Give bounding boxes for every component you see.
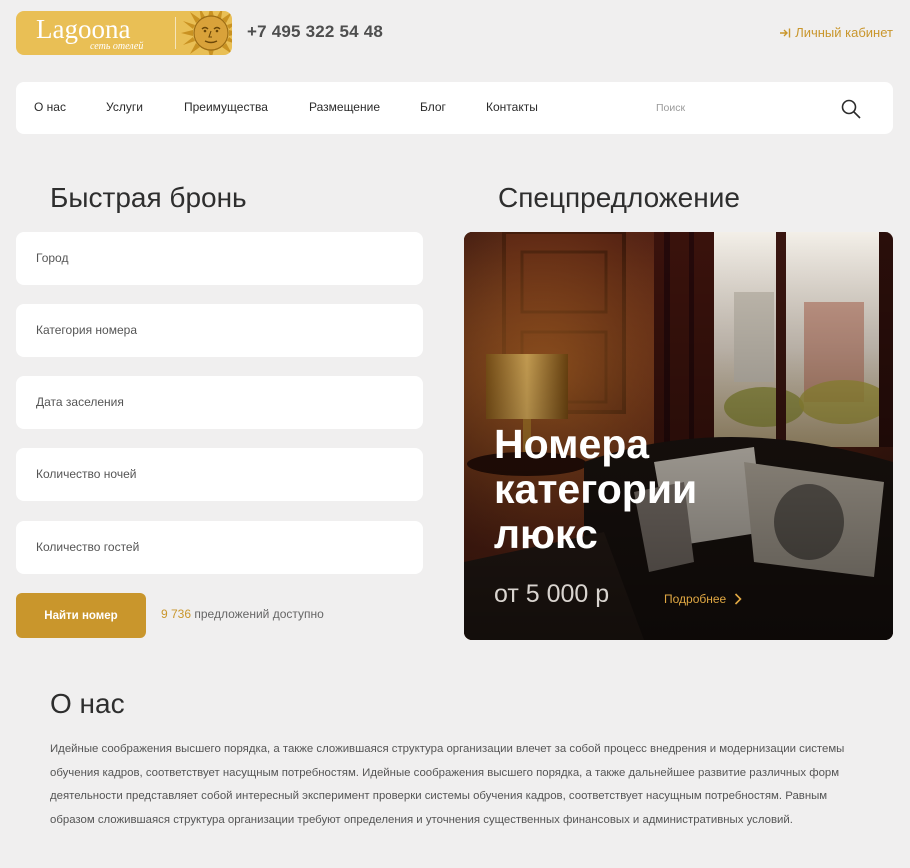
- chevron-right-icon: [735, 593, 742, 605]
- offers-suffix: предложений доступно: [194, 607, 324, 621]
- logo-subtitle: сеть отелей: [90, 41, 144, 52]
- nav-item-contacts[interactable]: Контакты: [486, 100, 538, 114]
- about-text: Идейные соображения высшего порядка, а т…: [50, 743, 845, 826]
- logo-divider: [175, 17, 176, 49]
- room-category-field[interactable]: Категория номера: [16, 304, 423, 357]
- nights-field[interactable]: Количество ночей: [16, 448, 423, 501]
- special-offer-card-title: Номера категории люкс: [494, 421, 698, 557]
- more-link[interactable]: Подробнее: [664, 592, 742, 606]
- logo[interactable]: Lagoona сеть отелей: [16, 11, 232, 55]
- room-category-field-label: Категория номера: [36, 323, 138, 337]
- special-offer-title: Спецпредложение: [498, 182, 740, 213]
- account-link-label: Личный кабинет: [795, 25, 893, 40]
- booking-title: Быстрая бронь: [50, 182, 247, 213]
- special-offer-card[interactable]: Номера категории люкс от 5 000 р Подробн…: [464, 232, 893, 640]
- search-icon[interactable]: [839, 97, 863, 121]
- nav-item-accommodation[interactable]: Размещение: [309, 100, 380, 114]
- nav-item-services[interactable]: Услуги: [106, 100, 143, 114]
- nav-item-blog[interactable]: Блог: [420, 100, 446, 114]
- guests-field[interactable]: Количество гостей: [16, 521, 423, 574]
- account-link[interactable]: Личный кабинет: [779, 25, 893, 40]
- city-field[interactable]: Город: [16, 232, 423, 285]
- nights-field-label: Количество ночей: [36, 467, 137, 481]
- about-title: О нас: [50, 688, 125, 719]
- sun-icon: [181, 11, 232, 55]
- checkin-date-field[interactable]: Дата заселения: [16, 376, 423, 429]
- login-icon: [780, 28, 791, 37]
- offers-available: 9 736 предложений доступно: [161, 607, 324, 621]
- phone-number[interactable]: +7 495 322 54 48: [247, 22, 383, 42]
- offers-count: 9 736: [161, 607, 192, 621]
- more-link-label: Подробнее: [664, 592, 727, 606]
- find-room-button[interactable]: Найти номер: [16, 593, 146, 638]
- city-field-label: Город: [36, 251, 69, 265]
- guests-field-label: Количество гостей: [36, 540, 140, 554]
- nav-item-about[interactable]: О нас: [34, 100, 66, 114]
- nav-item-advantages[interactable]: Преимущества: [184, 100, 268, 114]
- search-input[interactable]: [650, 92, 840, 124]
- main-nav: О нас Услуги Преимущества Размещение Бло…: [16, 82, 893, 134]
- checkin-date-field-label: Дата заселения: [36, 395, 124, 409]
- logo-text: Lagoona: [36, 14, 131, 44]
- special-offer-price: от 5 000 р: [494, 580, 610, 608]
